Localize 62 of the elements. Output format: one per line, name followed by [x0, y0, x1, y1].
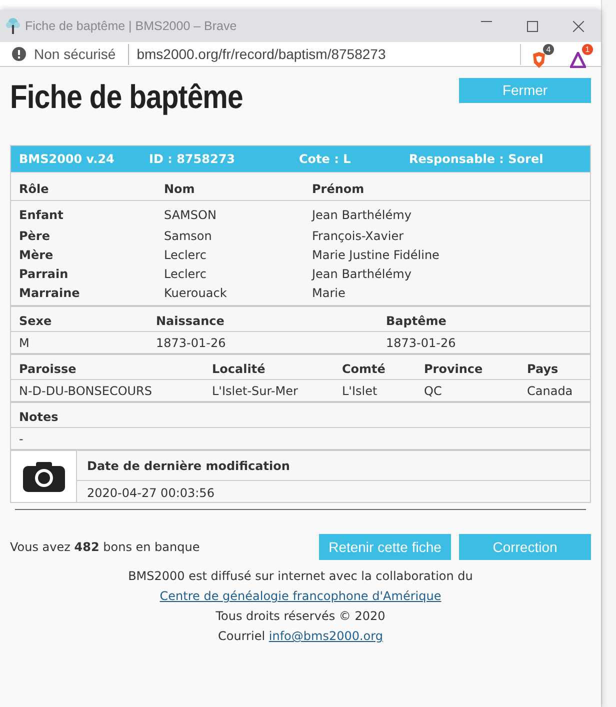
table-cell-text: QC — [423, 383, 443, 400]
table-cell-text: Samson — [163, 228, 213, 244]
header-text: Responsable : Sorel — [409, 151, 544, 168]
table-cell-text: N-D-DU-BONSECOURS — [18, 383, 154, 400]
column-header: Comté — [334, 355, 416, 380]
triangle-icon[interactable] — [570, 52, 586, 68]
role-label: Marraine — [18, 285, 81, 302]
window-title: Fiche de baptême | BMS2000 – Brave — [25, 18, 237, 35]
table-cell-text: Jean Barthélémy — [310, 266, 412, 282]
security-label[interactable]: Non sécurisé — [34, 44, 116, 64]
minimize-icon[interactable] — [480, 20, 492, 22]
column-header: Province — [416, 355, 519, 380]
tree-icon — [5, 18, 21, 34]
column-header: Pays — [519, 355, 590, 380]
table-cell-text: Marie Justine Fidéline — [311, 247, 440, 263]
column-header: Naissance — [148, 307, 378, 332]
footer-text: Tous droits réservés © 2020 — [216, 609, 386, 623]
column-header: Paroisse — [11, 355, 204, 380]
table-cell-text: SAMSON — [163, 207, 218, 224]
table-cell-text: - — [18, 431, 24, 448]
url-field[interactable]: bms2000.org/fr/record/baptism/8758273 — [128, 44, 386, 64]
table-cell-text: L'Islet — [341, 383, 378, 400]
role-label: Enfant — [18, 207, 64, 224]
column-header: Rôle — [11, 173, 156, 201]
column-header: Localité — [204, 355, 334, 380]
table-cell-text: 1873-01-26 — [385, 335, 457, 352]
camera-icon — [22, 462, 64, 492]
table-cell-text: M — [18, 335, 30, 352]
warning-icon[interactable] — [12, 47, 26, 61]
table-cell-text: L'Islet-Sur-Mer — [211, 383, 299, 400]
modified-heading: Date de dernière modification — [77, 451, 590, 481]
modified-date: 2020-04-27 00:03:56 — [86, 485, 216, 502]
header-text: ID : 8758273 — [149, 151, 236, 168]
bank-balance-text: Vous avez 482 bons en banque — [10, 539, 200, 556]
column-header: Notes — [11, 403, 590, 428]
header-text: BMS2000 v.24 — [19, 151, 116, 168]
footer-text: Courriel — [218, 629, 266, 643]
shield-icon[interactable] — [531, 52, 547, 68]
table-cell-text: 1873-01-26 — [155, 335, 227, 352]
maximize-icon[interactable] — [526, 20, 538, 32]
table-cell-text: Jean Barthélémy — [310, 207, 412, 224]
page-title: Fiche de baptême — [10, 77, 243, 117]
role-label: Père — [18, 228, 51, 244]
column-header: Prénom — [304, 173, 590, 201]
column-header: Nom — [156, 173, 304, 201]
role-label: Parrain — [18, 266, 70, 282]
table-cell-text: Marie — [311, 285, 346, 302]
link[interactable]: info@bms2000.org — [268, 629, 383, 643]
count-badge: 4 — [543, 44, 554, 54]
table-cell-text: Leclerc — [163, 266, 208, 282]
table-cell-text: François-Xavier — [311, 228, 405, 244]
footer-text: BMS2000 est diffusé sur internet avec la collaboration du — [128, 569, 473, 583]
table-cell-text: Kuerouack — [163, 285, 228, 302]
close-icon[interactable] — [572, 20, 584, 32]
table-cell-text: Canada — [526, 383, 574, 400]
column-header: Baptême — [378, 307, 590, 332]
header-text: Cote : L — [299, 151, 352, 168]
column-header: Sexe — [11, 307, 148, 332]
link[interactable]: Centre de généalogie francophone d'Amérique — [160, 589, 442, 603]
table-cell-text: Leclerc — [163, 247, 208, 263]
count-badge: 1 — [582, 44, 593, 54]
role-label: Mère — [18, 247, 54, 263]
